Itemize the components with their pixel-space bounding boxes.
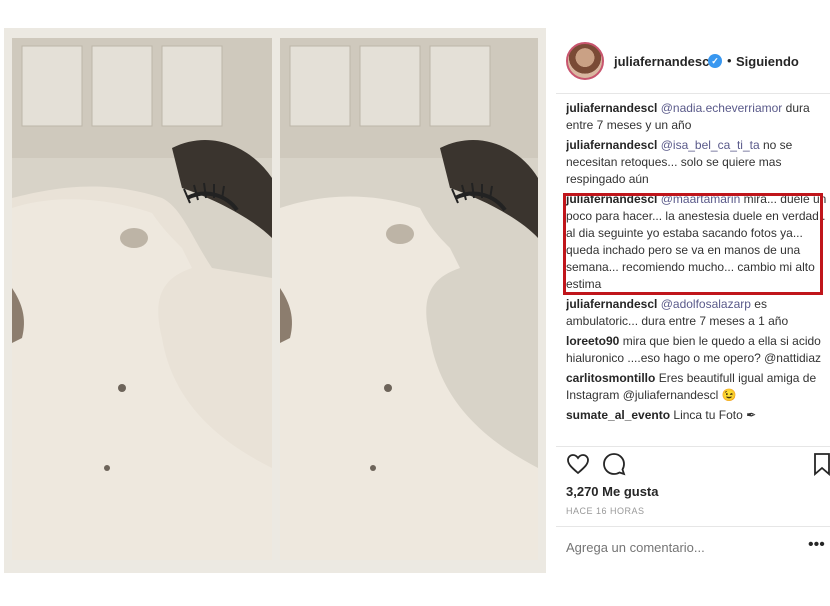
following-button[interactable]: Siguiendo xyxy=(736,54,799,69)
comment-mention[interactable]: @nadia.echeverriamor xyxy=(661,101,783,115)
comment-username[interactable]: carlitosmontillo xyxy=(566,371,655,385)
divider xyxy=(556,446,830,447)
comment-username[interactable]: loreeto90 xyxy=(566,334,619,348)
before-photo xyxy=(12,38,272,560)
comment: juliafernandescl @nadia.echeverriamor du… xyxy=(566,100,828,134)
comment: loreeto90 mira que bien le quedo a ella … xyxy=(566,333,828,367)
post-image[interactable] xyxy=(4,28,546,573)
post-sidebar: juliafernandescl ✓ • Siguiendo juliafern… xyxy=(556,28,830,573)
header-username[interactable]: juliafernandescl xyxy=(614,54,713,69)
header-separator: • xyxy=(727,53,732,68)
action-bar xyxy=(566,452,830,480)
verified-icon: ✓ xyxy=(708,54,722,68)
more-options-icon[interactable]: ••• xyxy=(808,536,825,554)
heart-icon[interactable] xyxy=(566,452,590,476)
comment-username[interactable]: sumate_al_evento xyxy=(566,408,670,422)
comment-username[interactable]: juliafernandescl xyxy=(566,101,657,115)
comment-mention[interactable]: @isa_bel_ca_ti_ta xyxy=(661,138,760,152)
comment-username[interactable]: juliafernandescl xyxy=(566,138,657,152)
bookmark-icon[interactable] xyxy=(810,452,830,476)
after-photo xyxy=(280,38,538,560)
post-header: juliafernandescl ✓ • Siguiendo xyxy=(556,28,830,94)
comment: sumate_al_evento Linca tu Foto ✒ xyxy=(566,407,828,424)
avatar[interactable] xyxy=(566,42,604,80)
comment: juliafernandescl @adolfosalazarp es ambu… xyxy=(566,296,828,330)
divider xyxy=(556,526,830,527)
comment-text: Linca tu Foto ✒ xyxy=(673,408,757,422)
post-timestamp: HACE 16 HORAS xyxy=(566,506,645,516)
like-count[interactable]: 3,270 Me gusta xyxy=(566,484,659,499)
comment-mention[interactable]: @adolfosalazarp xyxy=(661,297,751,311)
instagram-post: juliafernandescl ✓ • Siguiendo juliafern… xyxy=(0,0,830,606)
comment-username[interactable]: juliafernandescl xyxy=(566,297,657,311)
highlight-box xyxy=(563,193,823,295)
comment-icon[interactable] xyxy=(602,452,626,476)
comment: carlitosmontillo Eres beautifull igual a… xyxy=(566,370,828,404)
add-comment-input[interactable] xyxy=(566,540,796,555)
comment: juliafernandescl @isa_bel_ca_ti_ta no se… xyxy=(566,137,828,188)
